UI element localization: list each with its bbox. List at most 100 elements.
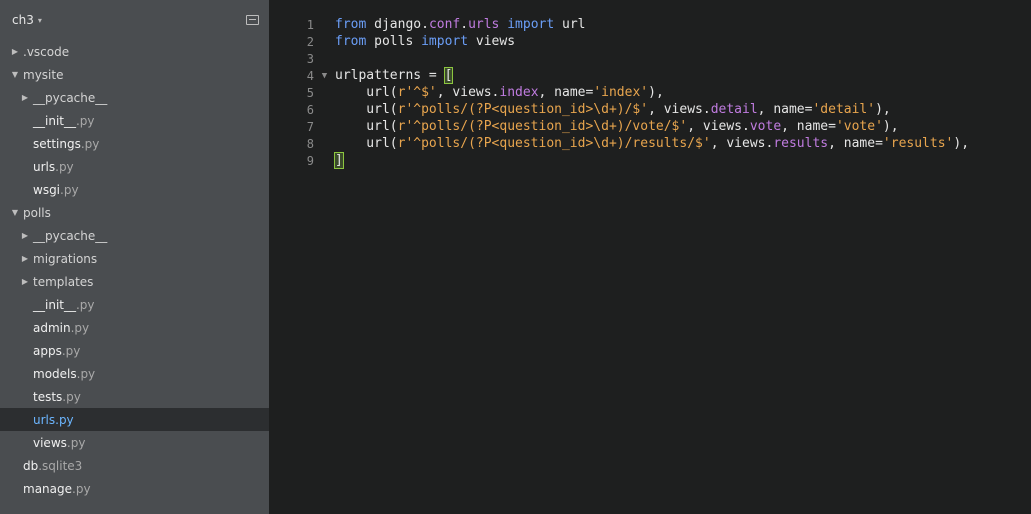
- tree-file[interactable]: __init__ .py: [0, 293, 269, 316]
- tree-folder[interactable]: ▶ .vscode: [0, 40, 269, 63]
- code-token: url(: [335, 119, 398, 134]
- tree-folder[interactable]: ▼ polls: [0, 201, 269, 224]
- code-token: r'^polls/(?P<question_id>\d+)/vote/$': [397, 119, 688, 134]
- code-token: ),: [953, 136, 970, 151]
- tree-folder[interactable]: ▼ mysite: [0, 63, 269, 86]
- tree-item-extension: .py: [55, 412, 74, 427]
- line-number: 9: [306, 153, 314, 168]
- tree-item-name: apps: [33, 343, 62, 358]
- tree-item-extension: .sqlite3: [38, 458, 83, 473]
- tree-item-name: __init__: [33, 113, 76, 128]
- tree-file[interactable]: db .sqlite3: [0, 454, 269, 477]
- collapse-sidebar-icon[interactable]: [246, 15, 259, 25]
- tree-item-name: admin: [33, 320, 71, 335]
- code-token: ),: [648, 85, 664, 100]
- code-token: results: [773, 136, 829, 151]
- tree-item-extension: .py: [55, 159, 74, 174]
- tree-file[interactable]: tests .py: [0, 385, 269, 408]
- tree-item-name: __init__: [33, 297, 76, 312]
- tree-file[interactable]: apps .py: [0, 339, 269, 362]
- code-token: vote: [749, 119, 782, 134]
- code-token: ),: [875, 102, 891, 117]
- tree-item-name: models: [33, 366, 77, 381]
- code-token: ),: [882, 119, 899, 134]
- code-token: conf: [428, 17, 461, 32]
- project-selector[interactable]: ch3 ▾: [12, 13, 42, 27]
- tree-folder[interactable]: ▶ __pycache__: [0, 86, 269, 109]
- code-token: 'detail': [812, 102, 876, 117]
- code-token: , views.: [648, 102, 711, 117]
- code-token: import: [507, 17, 555, 32]
- tree-folder[interactable]: ▶ __pycache__: [0, 224, 269, 247]
- tree-file[interactable]: __init__ .py: [0, 109, 269, 132]
- app-window: ch3 ▾ ▶ .vscode ▼ mysite ▶ __pycache__ __init_…: [0, 0, 1031, 514]
- code-token: urlpatterns =: [335, 68, 445, 83]
- tree-item-extension: .py: [66, 435, 86, 450]
- tree-file[interactable]: manage .py: [0, 477, 269, 500]
- code-token: index: [499, 85, 539, 100]
- tree-item-name: templates: [33, 274, 94, 289]
- tree-item-name: tests: [33, 389, 63, 404]
- tree-file[interactable]: urls .py: [0, 408, 269, 431]
- sidebar-header: ch3 ▾: [0, 0, 269, 40]
- line-number: 2: [306, 34, 314, 49]
- tree-item-name: .vscode: [23, 44, 70, 59]
- code-line: 2 from polls import views: [269, 33, 969, 50]
- code-token: views: [468, 34, 516, 49]
- tree-item-name: db: [23, 458, 39, 473]
- chevron-down-icon[interactable]: ▼: [10, 208, 20, 217]
- code-token: django.: [366, 17, 429, 32]
- line-number: 4: [306, 68, 314, 83]
- tree-folder[interactable]: ▶ templates: [0, 270, 269, 293]
- chevron-right-icon[interactable]: ▶: [20, 254, 30, 263]
- code-token: r'^polls/(?P<question_id>\d+)/$': [397, 102, 649, 117]
- tree-item-name: __pycache__: [33, 228, 108, 243]
- tree-item-extension: .py: [75, 297, 95, 312]
- code-line: 6 url(r'^polls/(?P<question_id>\d+)/$', …: [269, 101, 969, 118]
- tree-item-extension: .py: [72, 481, 91, 496]
- tree-item-extension: .py: [80, 136, 100, 151]
- tree-folder[interactable]: ▶ migrations: [0, 247, 269, 270]
- fold-toggle-icon[interactable]: ▼: [314, 71, 335, 81]
- tree-item-extension: .py: [62, 389, 81, 404]
- chevron-right-icon[interactable]: ▶: [10, 47, 20, 56]
- tree-item-extension: .py: [60, 182, 79, 197]
- code-token: , views.: [710, 136, 774, 151]
- code-token: url: [554, 17, 586, 32]
- code-token: 'results': [882, 136, 954, 151]
- code-editor[interactable]: 1 from django.conf.urls import url 2 from p…: [269, 0, 1031, 514]
- tree-item-extension: .py: [61, 343, 81, 358]
- tree-item-name: settings: [33, 136, 81, 151]
- tree-item-name: views: [33, 435, 67, 450]
- tree-item-name: wsgi: [33, 182, 61, 197]
- code-line: 1 from django.conf.urls import url: [269, 16, 969, 33]
- tree-item-name: polls: [23, 205, 51, 220]
- tree-file[interactable]: settings .py: [0, 132, 269, 155]
- line-number: 6: [306, 102, 314, 117]
- chevron-right-icon[interactable]: ▶: [20, 231, 30, 240]
- line-number: 5: [306, 85, 314, 100]
- chevron-right-icon[interactable]: ▶: [20, 93, 30, 102]
- line-number: 1: [306, 17, 314, 32]
- code-token: polls: [366, 34, 422, 49]
- code-token: 'index': [593, 85, 649, 100]
- tree-file[interactable]: views .py: [0, 431, 269, 454]
- tree-item-name: mysite: [23, 67, 64, 82]
- chevron-down-icon: ▾: [37, 15, 42, 25]
- code-line: 5 url(r'^$', views.index, name='index'),: [269, 84, 969, 101]
- chevron-down-icon[interactable]: ▼: [10, 70, 20, 79]
- tree-file[interactable]: models .py: [0, 362, 269, 385]
- code-token: url(: [335, 136, 398, 151]
- tree-item-extension: .py: [70, 320, 90, 335]
- code-token: , name=: [828, 136, 883, 151]
- tree-file[interactable]: admin .py: [0, 316, 269, 339]
- tree-item-name: __pycache__: [33, 90, 108, 105]
- tree-file[interactable]: wsgi .py: [0, 178, 269, 201]
- tree-item-name: manage: [23, 481, 73, 496]
- code-line: 7 url(r'^polls/(?P<question_id>\d+)/vote…: [269, 118, 969, 135]
- chevron-right-icon[interactable]: ▶: [20, 277, 30, 286]
- tree-file[interactable]: urls .py: [0, 155, 269, 178]
- code-line: 3: [269, 50, 969, 67]
- code-token: r'^polls/(?P<question_id>\d+)/results/$': [397, 136, 711, 151]
- code-token: 'vote': [835, 119, 883, 134]
